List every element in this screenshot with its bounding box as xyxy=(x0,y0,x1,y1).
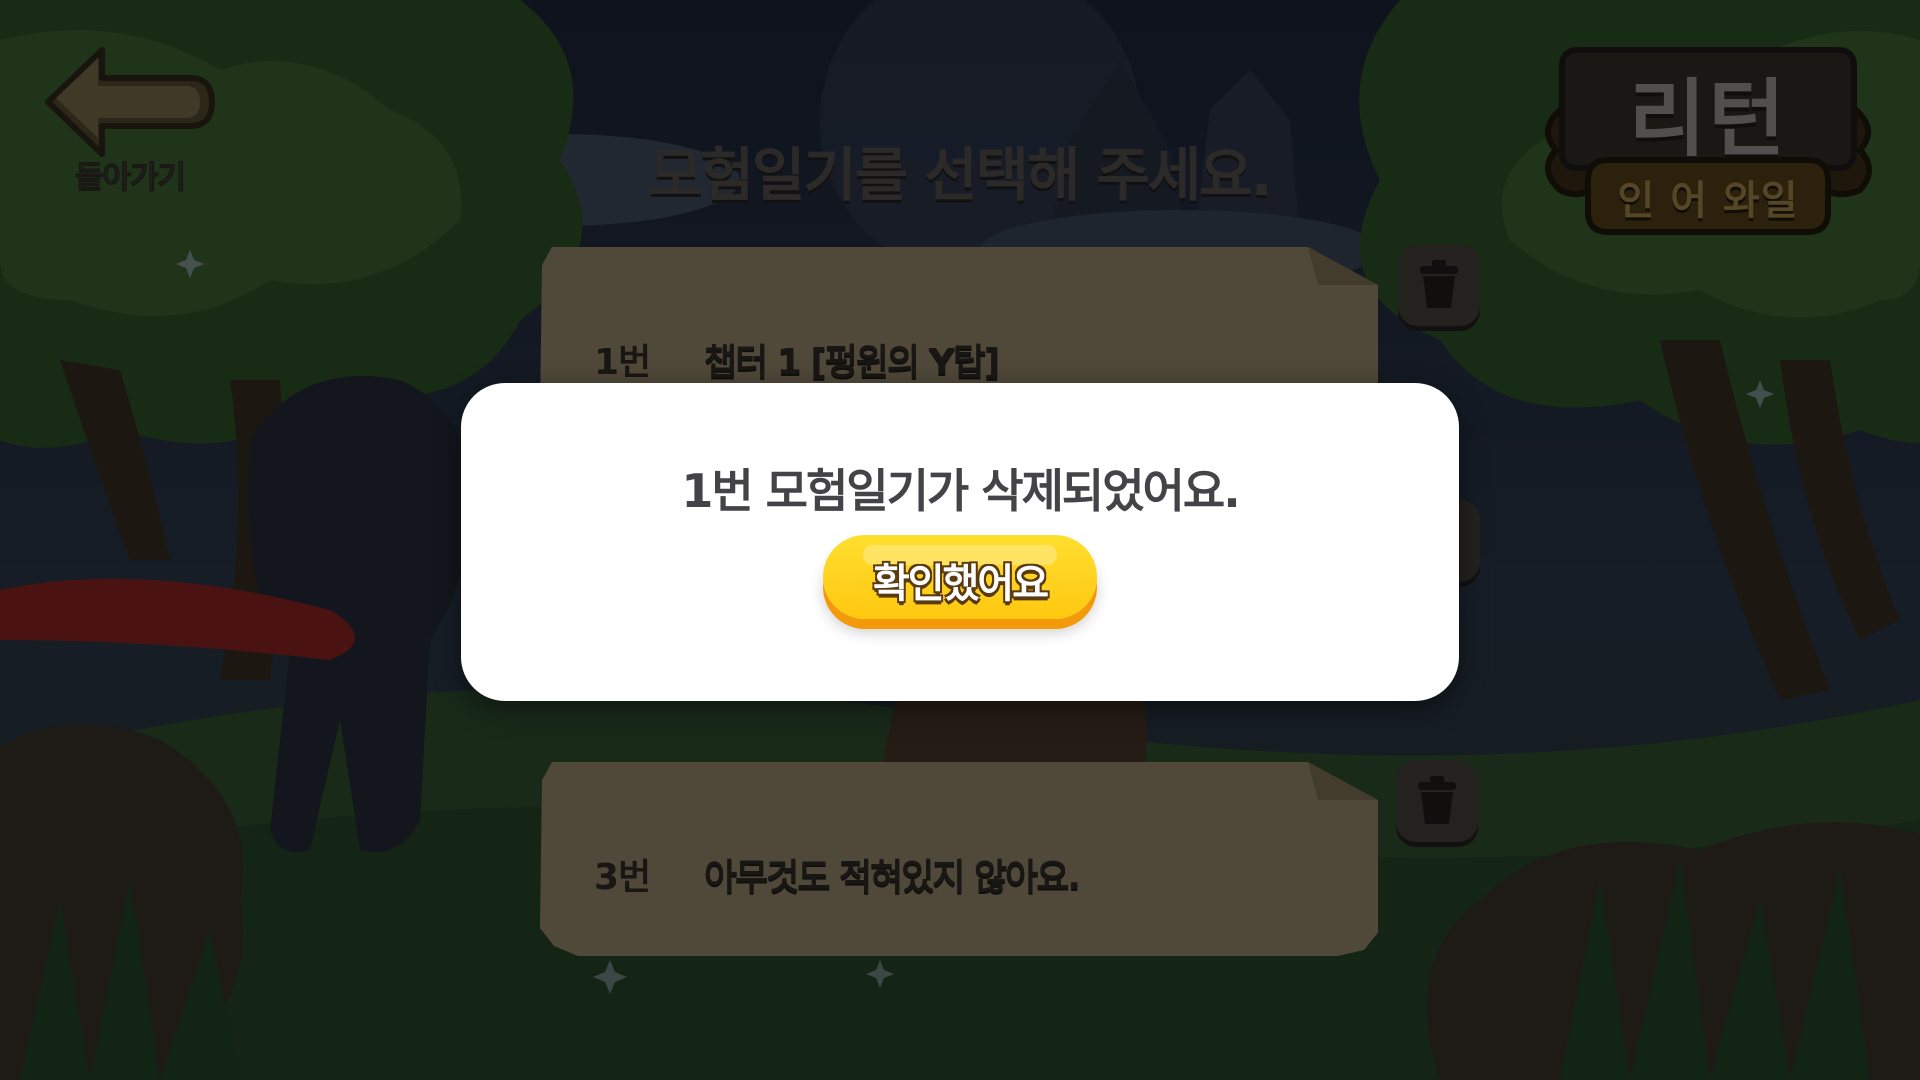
save-slot-3[interactable]: 3번 아무것도 적혀있지 않아요. xyxy=(538,760,1378,960)
logo-subtitle: 인 어 와일 xyxy=(1617,178,1799,224)
slot-empty-text: 아무것도 적혀있지 않아요. xyxy=(704,857,1081,898)
back-button-label: 돌아가기 xyxy=(74,160,186,197)
delete-slot-1-button[interactable] xyxy=(1398,244,1480,326)
back-button[interactable]: 돌아가기 xyxy=(40,40,220,200)
logo-title: 리턴 xyxy=(1628,70,1788,168)
dialog-message: 1번 모험일기가 삭제되었어요. xyxy=(681,464,1240,518)
game-screen: 돌아가기 리턴 인 어 와일 모험일기를 선택해 주세요. 1번 챕터 1 [펑… xyxy=(0,0,1920,1080)
game-logo: 리턴 인 어 와일 xyxy=(1538,40,1878,250)
delete-confirm-dialog: 1번 모험일기가 삭제되었어요. 확인했어요 xyxy=(461,383,1459,701)
delete-slot-3-button[interactable] xyxy=(1396,760,1478,842)
slot-chapter-text: 챕터 1 [펑윈의 Y탑] xyxy=(704,342,1000,383)
slot-number: 1번 xyxy=(594,342,651,383)
slot-number: 3번 xyxy=(594,857,651,898)
confirm-button-label: 확인했어요 xyxy=(873,561,1049,607)
trash-icon xyxy=(1420,260,1458,308)
trash-icon xyxy=(1418,776,1456,824)
arrow-left-icon xyxy=(45,47,215,157)
confirm-button[interactable]: 확인했어요 xyxy=(823,535,1097,619)
page-title: 모험일기를 선택해 주세요. xyxy=(649,141,1272,209)
